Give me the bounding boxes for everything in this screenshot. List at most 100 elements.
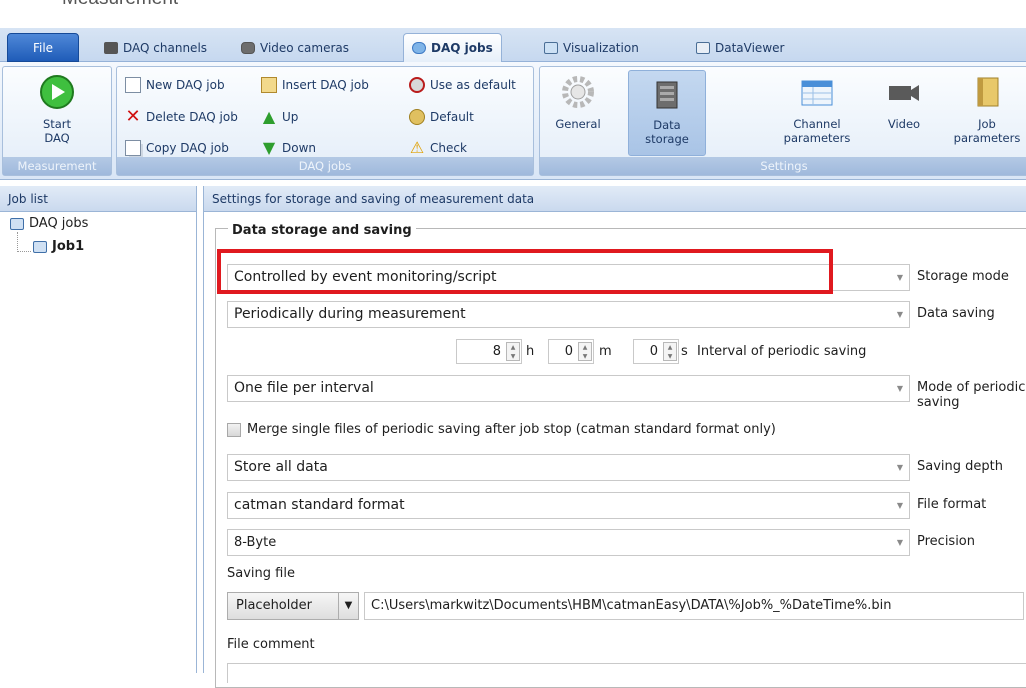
tab-visualization[interactable]: Visualization xyxy=(536,33,647,62)
saving-file-path-value: C:\Users\markwitz\Documents\HBM\catmanEa… xyxy=(371,598,892,613)
new-daq-job-button[interactable]: New DAQ job xyxy=(125,77,225,93)
copy-daq-job-label: Copy DAQ job xyxy=(146,141,229,155)
delete-daq-job-label: Delete DAQ job xyxy=(146,110,238,124)
data-saving-select[interactable]: Periodically during measurement ▼ xyxy=(227,301,910,328)
daq-jobs-icon xyxy=(412,42,426,54)
precision-value: 8-Byte xyxy=(234,535,277,550)
new-daq-job-label: New DAQ job xyxy=(146,78,225,92)
tree-item-label: Job1 xyxy=(52,239,85,254)
gear-icon xyxy=(562,76,594,108)
channel-parameters-button[interactable]: Channel parameters xyxy=(775,73,859,145)
spinner-arrows-icon[interactable]: ▲ ▼ xyxy=(663,342,677,361)
settings-panel-header: Settings for storage and saving of measu… xyxy=(204,186,1026,212)
minutes-unit: m xyxy=(599,344,612,359)
interval-label: Interval of periodic saving xyxy=(697,344,867,359)
start-label-2: DAQ xyxy=(44,131,70,145)
binder-icon xyxy=(977,77,999,107)
default-label: Default xyxy=(430,110,474,124)
data-storage-button[interactable]: Data storage xyxy=(628,70,706,156)
top-caption: Measurement xyxy=(62,0,178,10)
interval-seconds-value: 0 xyxy=(649,344,658,359)
precision-select[interactable]: 8-Byte ▼ xyxy=(227,529,910,556)
arrow-up-icon: ▲ xyxy=(262,107,276,126)
saving-file-path-input[interactable]: C:\Users\markwitz\Documents\HBM\catmanEa… xyxy=(364,592,1024,620)
new-document-icon xyxy=(125,77,141,93)
seconds-unit: s xyxy=(681,344,688,359)
measurement-group-title: Measurement xyxy=(3,157,111,175)
storage-mode-label: Storage mode xyxy=(917,269,1009,284)
database-icon xyxy=(656,81,678,109)
interval-hours-spinner[interactable]: 8 ▲ ▼ xyxy=(456,339,522,364)
file-format-select[interactable]: catman standard format ▼ xyxy=(227,492,910,519)
channel-parameters-label-2: parameters xyxy=(783,131,851,145)
default-button[interactable]: Default xyxy=(409,109,474,125)
file-comment-label: File comment xyxy=(227,637,315,652)
delete-icon: ✕ xyxy=(125,106,141,127)
arrow-down-icon: ▼ xyxy=(262,138,276,157)
periodic-mode-label: Mode of periodic saving xyxy=(917,380,1026,410)
video-button[interactable]: Video xyxy=(876,73,932,131)
data-saving-label: Data saving xyxy=(917,306,995,321)
start-label-1: Start xyxy=(42,117,72,131)
tree-item-job1[interactable]: Job1 xyxy=(33,239,84,254)
precision-label: Precision xyxy=(917,534,976,549)
saving-depth-label: Saving depth xyxy=(917,459,1003,474)
video-camera-icon xyxy=(241,41,255,54)
tab-label: DAQ channels xyxy=(123,40,208,55)
visualization-icon xyxy=(544,41,558,54)
spinner-arrows-icon[interactable]: ▲ ▼ xyxy=(506,342,520,361)
chevron-down-icon[interactable]: ▼ xyxy=(891,302,909,327)
checkbox-box[interactable] xyxy=(227,422,241,437)
interval-seconds-spinner[interactable]: 0 ▲ ▼ xyxy=(633,339,679,364)
merge-files-checkbox[interactable]: Merge single files of periodic saving af… xyxy=(227,422,776,437)
tab-daq-channels[interactable]: DAQ channels xyxy=(96,33,215,62)
warning-icon: ⚠ xyxy=(409,138,425,157)
periodic-mode-select[interactable]: One file per interval ▼ xyxy=(227,375,910,402)
tab-video-cameras[interactable]: Video cameras xyxy=(233,33,357,62)
start-daq-button[interactable]: Start DAQ xyxy=(3,73,111,145)
dataviewer-icon xyxy=(696,41,710,54)
placeholder-dropdown-button[interactable]: Placeholder ▼ xyxy=(227,592,359,620)
chevron-down-icon[interactable]: ▼ xyxy=(891,265,909,290)
insert-daq-job-button[interactable]: Insert DAQ job xyxy=(261,77,369,93)
merge-files-label: Merge single files of periodic saving af… xyxy=(247,422,776,437)
down-button[interactable]: ▼ Down xyxy=(261,140,316,156)
file-comment-input[interactable] xyxy=(227,663,1026,683)
general-button[interactable]: General xyxy=(549,73,607,131)
job-parameters-label-1: Job xyxy=(978,117,996,131)
data-storage-label-2: storage xyxy=(645,132,689,146)
down-label: Down xyxy=(282,141,317,155)
chevron-down-icon[interactable]: ▼ xyxy=(891,530,909,555)
data-storage-legend: Data storage and saving xyxy=(228,223,416,238)
daq-channels-icon xyxy=(104,41,118,54)
video-label: Video xyxy=(887,117,921,131)
chevron-down-icon[interactable]: ▼ xyxy=(891,455,909,480)
job-parameters-button[interactable]: Job parameters xyxy=(945,73,1026,145)
storage-mode-highlight xyxy=(217,249,833,294)
delete-daq-job-button[interactable]: ✕ Delete DAQ job xyxy=(125,106,238,127)
interval-minutes-spinner[interactable]: 0 ▲ ▼ xyxy=(548,339,594,364)
up-label: Up xyxy=(282,110,299,124)
tree-connector xyxy=(17,232,31,252)
job-list-header: Job list xyxy=(0,186,196,212)
data-saving-value: Periodically during measurement xyxy=(234,306,466,322)
tab-label: Video cameras xyxy=(260,40,349,55)
copy-daq-job-button[interactable]: Copy DAQ job xyxy=(125,140,229,156)
check-button[interactable]: ⚠ Check xyxy=(409,140,467,156)
chevron-down-icon[interactable]: ▼ xyxy=(891,493,909,518)
use-as-default-button[interactable]: Use as default xyxy=(409,77,516,93)
tree-root-daq-jobs[interactable]: DAQ jobs xyxy=(10,216,88,231)
job-list-panel: Job list DAQ jobs Job1 xyxy=(0,186,197,673)
up-button[interactable]: ▲ Up xyxy=(261,107,299,126)
tab-daq-jobs[interactable]: DAQ jobs xyxy=(403,33,502,62)
file-format-label: File format xyxy=(917,497,987,512)
gear-default-icon xyxy=(409,77,425,93)
tab-dataviewer[interactable]: DataViewer xyxy=(688,33,792,62)
daq-jobs-group-title: DAQ jobs xyxy=(117,157,533,175)
chevron-down-icon[interactable]: ▼ xyxy=(891,376,909,401)
saving-depth-select[interactable]: Store all data ▼ xyxy=(227,454,910,481)
settings-group: General Data storage Channel parameters xyxy=(539,66,1026,176)
job-tree-icon xyxy=(33,240,47,253)
tab-file[interactable]: File xyxy=(7,33,79,62)
spinner-arrows-icon[interactable]: ▲ ▼ xyxy=(578,342,592,361)
